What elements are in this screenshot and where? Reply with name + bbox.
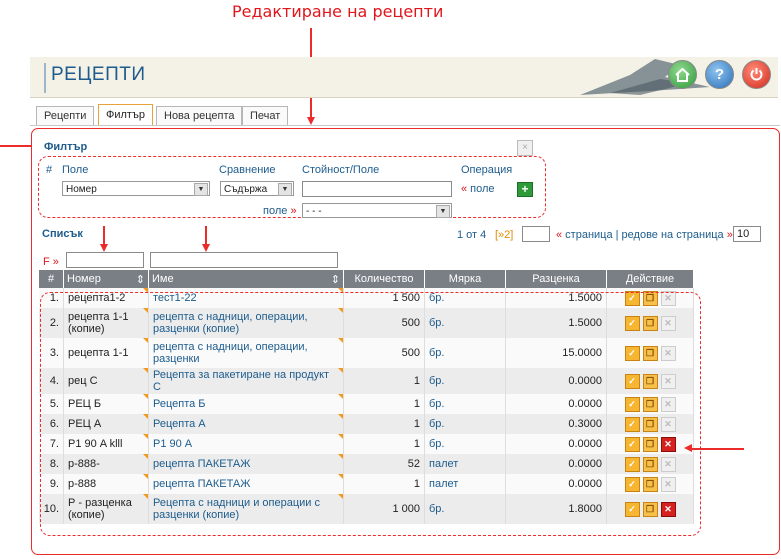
annotation-arrow-delete [692,448,744,450]
filter-title: Филтър [44,141,88,153]
power-icon [750,68,763,81]
tab-divider [30,125,780,126]
help-button[interactable]: ? [705,60,734,89]
annotation-arrow-head [684,444,692,452]
col-header-name-label: Име [152,272,174,285]
page-navigation-links[interactable]: « страница | редове на страница » [556,229,733,241]
name-filter-input[interactable] [150,252,338,268]
filter-field-select[interactable]: Номер ▼ [62,181,210,196]
header-bird-art [580,59,710,95]
chevron-down-icon: ▼ [436,205,450,218]
annotation-arrow-head [307,117,315,125]
filter-add-field-link[interactable]: « поле [461,183,495,195]
filter-field-select-value: - - - [306,206,322,217]
annotation-arrow-line [103,226,105,246]
filter-col-hash: # [46,164,53,176]
annotation-arrow-head [202,244,210,252]
chevron-down-icon: ▼ [278,183,292,196]
filter-field-link[interactable]: поле » [263,205,297,217]
col-header-actions: Действие [606,270,694,288]
filter-col-field: Поле [62,164,89,176]
filter-compare-select[interactable]: Съдържа ▼ [220,181,294,196]
col-header-price: Разценка [505,270,607,288]
col-header-code-label: Номер [67,272,101,285]
filter-col-operation: Операция [461,164,513,176]
annotation-arrow-line [205,226,207,246]
filter-col-compare: Сравнение [219,164,276,176]
sort-icon[interactable]: ⇕ [136,273,145,286]
filter-field-value-select[interactable]: - - - ▼ [302,203,452,218]
header-accent-bar [44,63,46,93]
page-number-input[interactable] [522,226,550,242]
page-title: РЕЦЕПТИ [51,64,146,85]
chevron-down-icon: ▼ [194,183,208,196]
col-header-quantity: Количество [343,270,425,288]
tab-new-recipe[interactable]: Нова рецепта [156,106,243,126]
next-page-link[interactable]: [»2] [495,229,513,241]
home-icon [675,67,690,82]
filter-field-value: Номер [66,184,97,195]
tab-recipes[interactable]: Рецепти [36,106,95,126]
filter-close-icon[interactable]: × [517,140,533,156]
col-header-number: # [39,270,64,288]
rows-per-page-input[interactable]: 10 [733,226,761,242]
annotation-title: Редактиране на рецепти [232,2,444,21]
annotation-table-box [40,292,701,536]
filter-col-value: Стойност/Поле [302,164,380,176]
annotation-arrow-head [100,244,108,252]
home-button[interactable] [668,60,697,89]
list-title: Списък [42,228,83,240]
logout-button[interactable] [742,60,771,89]
add-filter-plus-icon[interactable]: + [517,182,533,197]
filter-compare-value: Съдържа [224,184,268,195]
filter-value-input[interactable] [302,181,452,197]
sort-icon[interactable]: ⇕ [331,273,340,286]
column-filter-label: F » [43,256,59,268]
code-filter-input[interactable] [66,252,144,268]
col-header-unit: Мярка [424,270,506,288]
annotation-arrow-filter [0,145,32,147]
tab-print[interactable]: Печат [242,106,289,126]
tab-filter[interactable]: Филтър [98,104,153,126]
page-header: РЕЦЕПТИ ? [30,57,778,98]
col-header-name[interactable]: Име ⇕ [148,270,344,288]
page-info: 1 от 4 [457,229,487,241]
table-header-row: # Номер ⇕ Име ⇕ Количество Мярка Разценка … [39,270,694,288]
col-header-code[interactable]: Номер ⇕ [63,270,149,288]
